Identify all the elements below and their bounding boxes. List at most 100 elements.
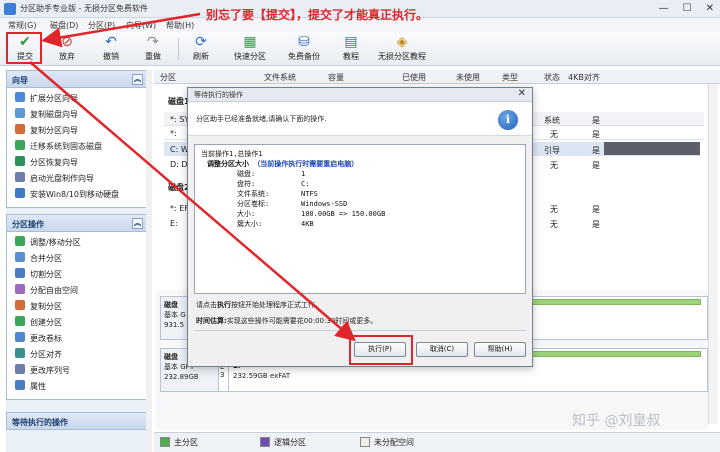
menu-general[interactable]: 常规(G): [8, 20, 36, 31]
dialog-hint: 请点击执行按钮开始处理程序正式工作。: [196, 301, 322, 309]
column-partition[interactable]: 分区: [160, 72, 176, 83]
column-filesystem[interactable]: 文件系统: [264, 72, 296, 83]
menu-partition[interactable]: 分区(P): [88, 20, 115, 31]
cd-icon: [15, 172, 25, 182]
discard-icon: ⊘: [61, 34, 73, 50]
menu-help[interactable]: 帮助(H): [166, 20, 194, 31]
sidebar-item-extend-wizard[interactable]: 扩展分区向导: [7, 91, 147, 107]
legend-swatch-unallocated: [360, 437, 370, 447]
collapse-icon[interactable]: ︽: [132, 74, 143, 85]
detail-row: 文件系统: NTFS: [237, 190, 318, 198]
window-controls: — ☐ ✕: [659, 2, 714, 16]
column-status[interactable]: 状态: [544, 72, 560, 83]
sidebar-scrollbar[interactable]: [146, 70, 152, 452]
sidebar-item-win-to-go[interactable]: 安装Win8/10到移动硬盘: [7, 187, 147, 203]
row-align: 是: [592, 130, 600, 139]
column-used[interactable]: 已使用: [402, 72, 426, 83]
sidebar-item-split[interactable]: 切割分区: [7, 267, 147, 283]
sidebar-item-align[interactable]: 分区对齐: [7, 347, 147, 363]
row-align: 是: [592, 220, 600, 229]
close-icon[interactable]: ✕: [518, 88, 526, 99]
lossless-tutorial-button[interactable]: ◈ 无损分区教程: [376, 34, 428, 64]
dialog-message-area: 分区助手已经准备就绪,请确认下面的操作. i: [188, 102, 532, 136]
resize-icon: [15, 236, 25, 246]
sidebar-item-properties[interactable]: 属性: [7, 379, 147, 395]
legend-logical: 逻辑分区: [274, 438, 306, 447]
window-title: 分区助手专业版 - 无损分区免费软件: [20, 4, 148, 13]
wizard-panel-header[interactable]: 向导 ︽: [6, 70, 148, 88]
row-align: 是: [592, 205, 600, 214]
partition-panel-header[interactable]: 分区操作 ︽: [6, 214, 148, 232]
tutorial-button[interactable]: ▤ 教程: [336, 34, 366, 64]
partition-panel: 调整/移动分区 合并分区 切割分区 分配自由空间 复制分区 创建分区 更改卷标 …: [6, 232, 148, 400]
column-capacity[interactable]: 容量: [328, 72, 344, 83]
copy-partition-icon: [15, 124, 25, 134]
sidebar-item-serial[interactable]: 更改序列号: [7, 363, 147, 379]
submit-highlight-box: [6, 32, 42, 64]
toolbar-separator: [178, 38, 179, 60]
discard-button[interactable]: ⊘ 放弃: [52, 34, 82, 64]
column-type[interactable]: 类型: [502, 72, 518, 83]
collapse-icon[interactable]: ︽: [132, 218, 143, 229]
copy-icon: [15, 300, 25, 310]
sidebar-item-merge[interactable]: 合并分区: [7, 251, 147, 267]
row-status: 引导: [544, 146, 560, 155]
sidebar-item-copy[interactable]: 复制分区: [7, 299, 147, 315]
free-backup-button[interactable]: ⛁ 免费备份: [282, 34, 326, 64]
quick-partition-icon: ▦: [243, 34, 257, 50]
split-icon: [15, 268, 25, 278]
maximize-icon[interactable]: ☐: [683, 2, 692, 16]
quick-partition-button[interactable]: ▦ 快速分区: [228, 34, 272, 64]
table-header: 分区 文件系统 容量 已使用 未使用 类型 状态 4KB对齐: [154, 70, 720, 84]
sidebar: 向导 ︽ 扩展分区向导 复制磁盘向导 复制分区向导 迁移系统到固态磁盘 分区恢复…: [6, 70, 152, 452]
toolbar: ✔ 提交 ⊘ 放弃 ↶ 撤销 ↷ 重做 ⟳ 刷新 ▦ 快速分区 ⛁ 免费备份 ▤…: [0, 32, 720, 66]
operation-title: 调整分区大小: [207, 160, 249, 168]
help-button[interactable]: 帮助(H): [474, 342, 526, 357]
sidebar-item-copy-disk-wizard[interactable]: 复制磁盘向导: [7, 107, 147, 123]
column-4k-align[interactable]: 4KB对齐: [568, 72, 600, 83]
row-status: 无: [550, 130, 558, 139]
info-icon: i: [498, 110, 518, 130]
sidebar-item-resize[interactable]: 调整/移动分区: [7, 235, 147, 251]
sidebar-item-label[interactable]: 更改卷标: [7, 331, 147, 347]
label-icon: [15, 332, 25, 342]
legend-swatch-primary: [160, 437, 170, 447]
close-icon[interactable]: ✕: [706, 2, 714, 16]
row-align: 是: [592, 116, 600, 125]
wizard-panel: 扩展分区向导 复制磁盘向导 复制分区向导 迁移系统到固态磁盘 分区恢复向导 启动…: [6, 88, 148, 208]
cancel-button[interactable]: 取消(C): [416, 342, 468, 357]
row-align: 是: [592, 146, 600, 155]
column-unused[interactable]: 未使用: [456, 72, 480, 83]
undo-button[interactable]: ↶ 撤销: [96, 34, 126, 64]
sidebar-item-create[interactable]: 创建分区: [7, 315, 147, 331]
operation-list[interactable]: 当前操作1,总操作1 调整分区大小 （当前操作执行时需要重启电脑） 磁盘: 1 盘…: [194, 144, 526, 294]
sidebar-item-bootable-media[interactable]: 启动光盘制作向导: [7, 171, 147, 187]
sidebar-item-allocate[interactable]: 分配自由空间: [7, 283, 147, 299]
menu-wizard[interactable]: 向导(W): [126, 20, 156, 31]
pending-panel-header[interactable]: 等待执行的操作: [6, 412, 148, 430]
table-scrollbar[interactable]: [708, 84, 718, 424]
minimize-icon[interactable]: —: [659, 2, 669, 16]
legend: 主分区 逻辑分区 未分配空间: [154, 432, 720, 452]
time-estimate: 时间估算:实现这些操作可能需要花00:00:30时间或更多。: [196, 317, 378, 325]
dialog-title-bar: 等待执行的操作 ✕: [188, 88, 532, 102]
properties-icon: [15, 380, 25, 390]
detail-row: 簇大小: 4KB: [237, 220, 314, 228]
dialog-separator: [194, 330, 526, 331]
sidebar-item-copy-partition-wizard[interactable]: 复制分区向导: [7, 123, 147, 139]
create-icon: [15, 316, 25, 326]
windows-icon: [15, 188, 25, 198]
copy-disk-icon: [15, 108, 25, 118]
refresh-button[interactable]: ⟳ 刷新: [186, 34, 216, 64]
migrate-icon: [15, 140, 25, 150]
recovery-icon: [15, 156, 25, 166]
sidebar-item-recovery-wizard[interactable]: 分区恢复向导: [7, 155, 147, 171]
refresh-icon: ⟳: [195, 34, 207, 50]
app-icon: [4, 3, 16, 15]
sidebar-item-migrate-os[interactable]: 迁移系统到固态磁盘: [7, 139, 147, 155]
menu-disk[interactable]: 磁盘(D): [50, 20, 78, 31]
row-status: 无: [550, 161, 558, 170]
row-status: 无: [550, 205, 558, 214]
dialog-message: 分区助手已经准备就绪,请确认下面的操作.: [196, 115, 327, 123]
redo-button[interactable]: ↷ 重做: [138, 34, 168, 64]
